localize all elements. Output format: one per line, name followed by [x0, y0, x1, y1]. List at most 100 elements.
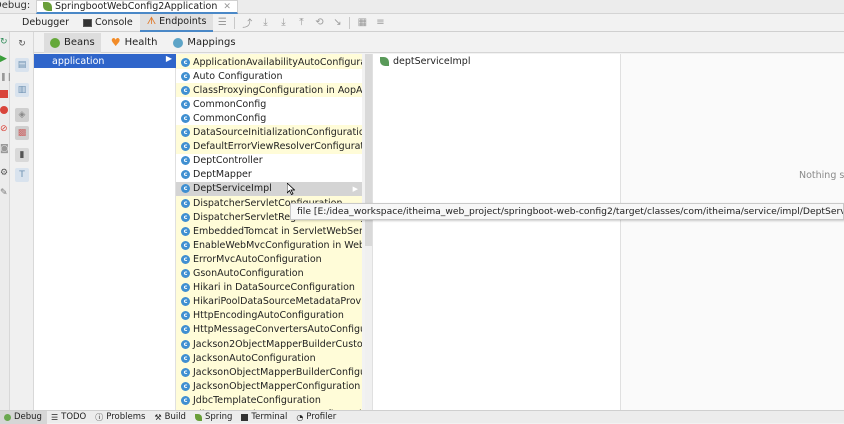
debug-toolbar: Debugger Console ᗑ Endpoints ☰ ⤴ ⤓ ⤓ ⤒ ⟲… [0, 13, 844, 32]
diagram-icon[interactable]: ▤ [15, 58, 29, 72]
class-icon: c [181, 339, 190, 349]
tool-tab-label: Problems [106, 412, 146, 422]
run-to-cursor-icon[interactable]: ↘ [328, 14, 346, 32]
bean-list-item[interactable]: c DeptController [176, 153, 362, 168]
bean-list-item[interactable]: c GsonAutoConfiguration [176, 267, 362, 281]
bean-list-scrollbar[interactable] [365, 54, 372, 410]
bean-list-item[interactable]: cEmbeddedTomcat in ServletWebServerFacto… [176, 224, 362, 238]
class-icon: c [181, 156, 190, 166]
expand-arrow-icon: ▶ [165, 54, 172, 63]
step-out-icon[interactable]: ⤒ [292, 14, 310, 32]
bean-list-item[interactable]: cHttpMessageConvertersAutoConfiguration [176, 323, 362, 337]
console-icon [83, 18, 93, 27]
tab-beans-label: Beans [64, 37, 95, 48]
tool-tab-label: Profiler [306, 412, 337, 422]
bean-list-item-label: CommonConfig [193, 112, 267, 124]
bean-list-item[interactable]: c DataSourceInitializationConfiguration [176, 126, 362, 140]
tool-tab-profiler[interactable]: ◔ Profiler [292, 411, 341, 424]
dependency-list: deptServiceImpl [372, 54, 620, 410]
bean-list-item-label: Jackson2ObjectMapperBuilderCustomizerCon… [193, 338, 362, 350]
bean-list-item[interactable]: c DeptMapper [176, 167, 362, 182]
left-action-gutter: ↻ ▶ ❚❚ ⊘ ◙ ⚙ ✎ [0, 32, 13, 410]
bean-list-item[interactable]: c DefaultErrorViewResolverConfiguration [176, 140, 362, 154]
bean-list-item[interactable]: c JacksonAutoConfiguration [176, 351, 362, 365]
profiler-icon: ◔ [296, 412, 304, 422]
bean-list-item[interactable]: cJacksonObjectMapperConfiguration in Jac… [176, 379, 362, 393]
bean-list-item[interactable]: c Hikari in DataSourceConfiguration [176, 281, 362, 295]
class-icon: c [181, 198, 190, 208]
tool-tab-todo[interactable]: ☰ TODO [47, 411, 91, 424]
text-icon[interactable]: T [15, 168, 29, 182]
drop-frame-icon[interactable]: ⟲ [310, 14, 328, 32]
library-icon[interactable]: ▮ [15, 148, 29, 162]
tool-tab-build[interactable]: ⚒ Build [150, 411, 191, 424]
tool-tab-label: Debug [14, 412, 42, 422]
chart-icon[interactable]: ▥ [15, 83, 29, 97]
class-icon: c [181, 240, 190, 250]
bean-graph-icon[interactable]: ▩ [15, 126, 29, 140]
heart-icon: ♥ [110, 36, 121, 49]
tool-tab-debug[interactable]: Debug [0, 410, 47, 424]
class-icon: c [181, 269, 190, 279]
rerun-icon[interactable]: ↻ [0, 37, 10, 47]
endpoints-subtabs: Beans ♥ Health Mappings [34, 32, 844, 53]
step-into-icon[interactable]: ⤓ [274, 14, 292, 32]
bean-list-item[interactable]: cHikariPoolDataSourceMetadataProviderCon… [176, 295, 362, 309]
info-icon: ⓘ [95, 412, 104, 422]
tab-endpoints-label: Endpoints [159, 16, 207, 27]
bean-list-item-label: DeptController [193, 155, 263, 167]
tab-debugger[interactable]: Debugger [0, 14, 76, 32]
stop-icon[interactable] [0, 90, 10, 100]
bean-list-item[interactable]: c ErrorMvcAutoConfiguration [176, 252, 362, 266]
tab-mappings[interactable]: Mappings [167, 33, 241, 53]
evaluate-expression-icon[interactable]: ▦ [353, 14, 371, 32]
bean-list-item[interactable]: c DeptServiceImpl ▶ [176, 181, 362, 196]
layout-icon[interactable]: ☰ [213, 14, 231, 32]
trace-icon[interactable]: ≡ [371, 14, 389, 32]
resume-icon[interactable]: ▶ [0, 54, 10, 64]
pause-icon[interactable]: ❚❚ [0, 72, 13, 82]
bean-list-item[interactable]: c CommonConfig [176, 97, 362, 112]
spring-bean-icon [380, 57, 389, 66]
spring-boot-icon [43, 2, 52, 11]
bean-list-item[interactable]: cJacksonObjectMapperBuilderConfiguration [176, 365, 362, 379]
dependency-item[interactable]: deptServiceImpl [380, 56, 470, 67]
tool-tab-problems[interactable]: ⓘ Problems [91, 411, 150, 424]
bean-list-item[interactable]: c HttpEncodingAutoConfiguration [176, 309, 362, 323]
bean-list-item[interactable]: c JdbcTemplateConfiguration [176, 393, 362, 407]
step-over-icon[interactable]: ⤓ [256, 14, 274, 32]
filter-icon[interactable]: ◈ [15, 108, 29, 122]
bean-list-item[interactable]: c Auto Configuration [176, 69, 362, 84]
tab-endpoints[interactable]: ᗑ Endpoints [139, 13, 214, 32]
bean-list-item-label: Hikari in DataSourceConfiguration [193, 282, 355, 294]
view-breakpoints-icon[interactable] [0, 106, 10, 116]
bean-list-item[interactable]: cApplicationAvailabilityAutoConfiguratio… [176, 55, 362, 69]
tool-tab-spring[interactable]: Spring [191, 411, 237, 424]
bean-list-item[interactable]: cEnableWebMvcConfiguration in WebMvcAuto… [176, 238, 362, 252]
close-icon[interactable]: ✕ [223, 2, 231, 12]
show-execution-point-icon[interactable]: ⤴ [238, 14, 256, 32]
endpoints-icon: ᗑ [146, 16, 157, 27]
refresh-icon[interactable]: ↻ [15, 37, 29, 51]
pin-icon[interactable]: ✎ [0, 188, 10, 198]
settings-icon[interactable]: ⚙ [0, 168, 10, 178]
bean-list-item-label: Auto Configuration [193, 70, 283, 82]
tab-console[interactable]: Console [76, 14, 140, 32]
toolbar-divider [349, 16, 351, 29]
bean-list-item-label: HttpEncodingAutoConfiguration [193, 310, 344, 322]
tool-tab-terminal[interactable]: Terminal [237, 411, 292, 424]
tab-beans[interactable]: Beans [44, 32, 101, 53]
class-icon: c [181, 367, 190, 377]
context-item-application[interactable]: application ▶ [34, 54, 176, 68]
run-config-tab[interactable]: SpringbootWebConfig2Application ✕ [36, 0, 238, 14]
bean-list-item[interactable]: cJackson2ObjectMapperBuilderCustomizerCo… [176, 337, 362, 351]
bean-list-item[interactable]: c CommonConfig [176, 111, 362, 126]
context-list: application ▶ [34, 54, 176, 410]
tab-health[interactable]: ♥ Health [105, 33, 164, 53]
mute-breakpoints-icon[interactable]: ⊘ [0, 124, 10, 134]
class-icon: c [181, 85, 190, 95]
camera-icon[interactable]: ◙ [0, 144, 10, 154]
bean-list-item[interactable]: cClassProxyingConfiguration in AopAutoCo… [176, 83, 362, 97]
class-icon: c [181, 142, 190, 152]
debug-icon [4, 413, 11, 421]
